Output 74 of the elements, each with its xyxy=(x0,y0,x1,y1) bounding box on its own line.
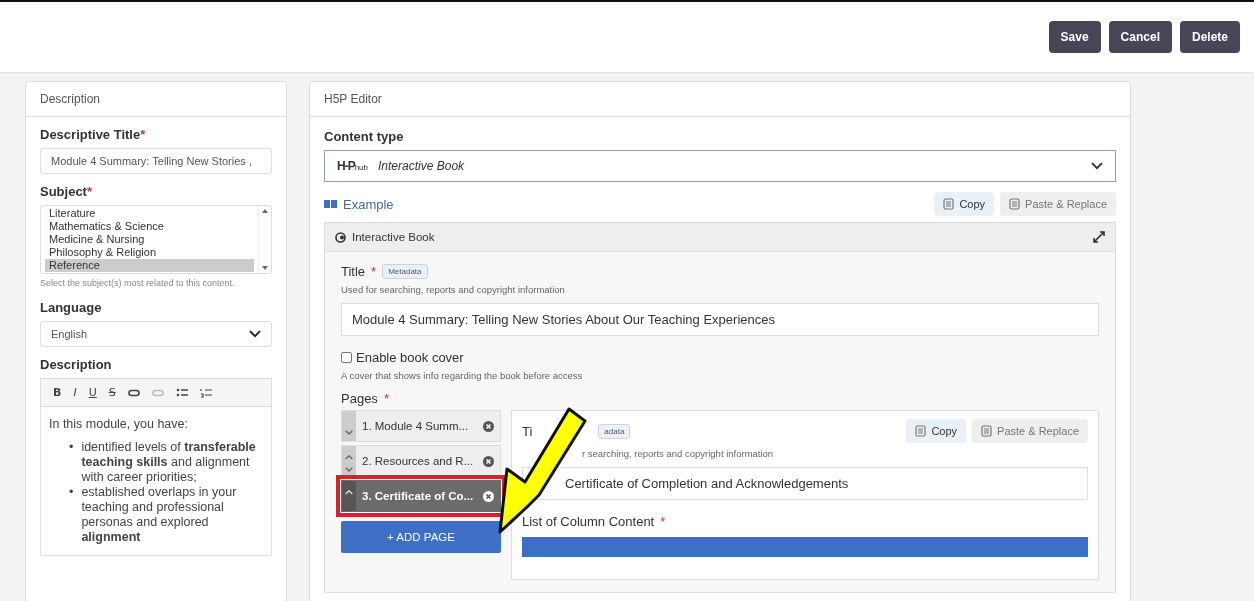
add-page-button[interactable]: + ADD PAGE xyxy=(341,521,501,553)
remove-icon[interactable] xyxy=(483,420,494,432)
format-button[interactable]: U xyxy=(88,386,97,399)
required-mark: * xyxy=(660,514,666,529)
field-hint: Select the subject(s) most related to this content. xyxy=(40,278,236,288)
field-label: Content type xyxy=(324,129,405,144)
scroll-up-icon[interactable] xyxy=(262,209,268,213)
page-tab[interactable]: 1. Module 4 Summ... xyxy=(341,410,501,442)
format-button[interactable]: S xyxy=(108,386,116,399)
toolbar-button[interactable]: Cancel xyxy=(1108,21,1172,53)
field-label: Description xyxy=(40,357,113,372)
subject-option[interactable]: Reference xyxy=(45,259,254,272)
chevron-down-icon[interactable] xyxy=(249,330,261,338)
field-label: List of Column Content xyxy=(522,514,655,529)
format-button[interactable]: B xyxy=(53,386,62,399)
metadata-button[interactable]: adata xyxy=(598,423,631,439)
scroll-down-icon[interactable] xyxy=(262,266,268,270)
clipboard-icon xyxy=(981,425,993,437)
chevron-down-icon[interactable] xyxy=(1091,162,1103,170)
subject-option[interactable]: Literature xyxy=(45,207,254,220)
example-link[interactable]: Example xyxy=(343,196,929,212)
subject-option[interactable]: Philosophy & Religion xyxy=(45,246,254,259)
expand-icon[interactable] xyxy=(1093,231,1105,243)
panel-heading: H5P Editor xyxy=(310,82,1130,117)
toolbar-button[interactable]: Save xyxy=(1048,21,1101,53)
chevron-up-icon[interactable] xyxy=(345,455,353,460)
required-mark: * xyxy=(86,184,93,199)
bullet-text: established overlaps in your teaching and professional personas and explored alignment xyxy=(81,485,238,545)
clipboard-icon xyxy=(1009,198,1021,210)
metadata-button[interactable]: Metadata xyxy=(382,264,428,279)
subject-list[interactable]: Literature Mathematics & Science Medicine & Nursing Philosophy & Religion Reference xyxy=(40,205,272,274)
page-tab[interactable]: 2. Resources and R... xyxy=(341,445,501,477)
page-title-field[interactable]: Certificate of Completion and Acknowledgements xyxy=(522,467,1088,500)
field-hint: Used for searching, reports and copyright information xyxy=(341,284,566,295)
bullet-marker: • xyxy=(69,440,74,455)
bullet-list-icon[interactable] xyxy=(175,387,188,398)
checkbox-label: Enable book cover xyxy=(356,350,464,365)
title-field[interactable]: Module 4 Summary: Telling New Stories About Our Teaching Experiences xyxy=(341,303,1099,336)
bullet-text: identified levels of transferable teaching skills and alignment with career priorities; xyxy=(81,440,257,485)
field-label: Subject xyxy=(40,184,87,199)
field-label: Ti xyxy=(522,423,533,439)
subject-option[interactable]: Mathematics & Science xyxy=(45,220,254,233)
numbered-list-icon[interactable] xyxy=(199,387,212,398)
remove-icon[interactable] xyxy=(483,455,494,467)
clipboard-icon xyxy=(915,425,927,437)
required-mark: * xyxy=(371,264,377,279)
language-select[interactable]: English xyxy=(40,321,272,347)
field-label: Descriptive Title xyxy=(40,127,141,142)
toolbar-button[interactable]: Delete xyxy=(1179,21,1240,53)
checkbox[interactable] xyxy=(341,352,352,363)
paste-replace-button[interactable]: Paste & Replace xyxy=(1000,192,1116,216)
field-hint: A cover that shows info regarding the book before access xyxy=(341,370,584,381)
clipboard-icon xyxy=(943,198,955,210)
content-type-select[interactable]: H-Phub Interactive Book xyxy=(324,150,1116,182)
paste-replace-button[interactable]: Paste & Replace xyxy=(972,419,1088,443)
link-icon[interactable] xyxy=(127,388,140,397)
panel-heading: Description xyxy=(26,82,286,117)
field-label: Pages xyxy=(341,391,378,406)
remove-icon[interactable] xyxy=(483,490,494,502)
title-field[interactable]: Module 4 Summary: Telling New Stories , xyxy=(40,148,272,174)
copy-button[interactable]: Copy xyxy=(934,192,995,216)
description-text: In this module, you have: xyxy=(49,417,189,432)
library-title: Interactive Book xyxy=(352,231,436,243)
required-mark: * xyxy=(140,127,146,142)
bullet-marker: • xyxy=(69,485,74,500)
book-icon xyxy=(324,199,337,209)
required-mark: * xyxy=(383,391,389,406)
field-hint: r searching, reports and copyright information xyxy=(582,448,775,459)
format-button[interactable]: I xyxy=(73,386,77,399)
copy-button[interactable]: Copy xyxy=(906,419,967,443)
subject-option[interactable]: Medicine & Nursing xyxy=(45,233,254,246)
field-label: Title xyxy=(341,264,366,279)
library-icon xyxy=(335,231,346,243)
field-label: Language xyxy=(40,300,103,315)
